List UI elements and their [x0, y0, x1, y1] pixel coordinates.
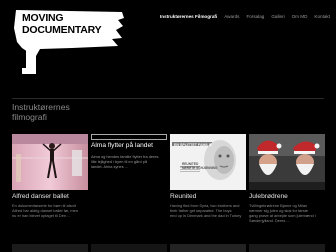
santa-brothers-image: [249, 134, 325, 190]
page-title-line-2: filmografi: [12, 112, 47, 122]
film-title[interactable]: Reunited: [170, 193, 196, 200]
film-description-line: gang prøve at arbejde som julemænd i Søn…: [249, 213, 316, 224]
film-description: Tvillingebrødrene Bjarne og Milan nærmer…: [249, 203, 323, 223]
film-thumbnail[interactable]: EN SPLITTET FAMILIE REUNITED MERETE SCHJ…: [170, 134, 246, 190]
hover-bar: [91, 134, 167, 140]
logo-line-2: DOCUMENTARY: [22, 24, 102, 36]
main-nav: Instruktørernes Filmografi Awards Forsal…: [160, 14, 330, 19]
page-title: Instruktørernes filmografi: [12, 102, 70, 122]
film-card-alma[interactable]: Alma flytter på landet Alma og hendes fa…: [91, 134, 167, 244]
nav-item-forsalag[interactable]: Forsalag: [246, 14, 264, 19]
next-row-thumbnail[interactable]: [91, 244, 167, 252]
film-description-line: nu er han blevet optaget til Den ...: [12, 213, 71, 219]
film-title[interactable]: Alfred danser ballet: [12, 193, 69, 200]
film-description-line: landet. Alma synes ...: [91, 164, 128, 170]
film-card-reunited[interactable]: EN SPLITTET FAMILIE REUNITED MERETE SCHJ…: [170, 134, 246, 244]
page-title-line-1: Instruktørernes: [12, 102, 70, 112]
poster-caption: REUNITED MERETE SCHJØNNING: [182, 162, 217, 170]
ballet-thumbnail-image: [12, 134, 88, 190]
film-title[interactable]: Alma flytter på landet: [91, 142, 153, 149]
film-description: Alma og hendes familie flytter fra deres…: [91, 154, 165, 169]
nav-item-om-md[interactable]: Om MD: [292, 14, 308, 19]
nav-item-galleri[interactable]: Galleri: [271, 14, 284, 19]
logo-line-1: MOVING: [22, 12, 64, 24]
nav-item-awards[interactable]: Awards: [224, 14, 239, 19]
film-thumbnail[interactable]: [249, 134, 325, 190]
film-card-julebrodrene[interactable]: Julebrødrene Tvillingebrødrene Bjarne og…: [249, 134, 325, 244]
film-description: En dokumentarserie for børn til afsnit A…: [12, 203, 86, 218]
next-row-thumbnail[interactable]: [12, 244, 88, 252]
nav-item-kontakt[interactable]: Kontakt: [314, 14, 330, 19]
film-description-line: end up in Denmark and the dad in Turkey: [170, 213, 242, 219]
film-thumbnail[interactable]: [12, 134, 88, 190]
next-row-thumbnail[interactable]: [170, 244, 246, 252]
film-title[interactable]: Julebrødrene: [249, 193, 288, 200]
site-logo[interactable]: MOVING DOCUMENTARY: [12, 8, 126, 76]
poster-tagline: EN SPLITTET FAMILIE: [174, 143, 213, 147]
nav-item-filmografi[interactable]: Instruktørernes Filmografi: [160, 14, 217, 19]
film-card-alfred[interactable]: Alfred danser ballet En dokumentarserie …: [12, 134, 88, 244]
header-divider: [12, 98, 324, 99]
film-description: Having fled from Syria, two brothers and…: [170, 203, 244, 218]
poster-caption-credit: MERETE SCHJØNNING: [182, 166, 218, 170]
next-row-thumbnail[interactable]: [249, 244, 325, 252]
